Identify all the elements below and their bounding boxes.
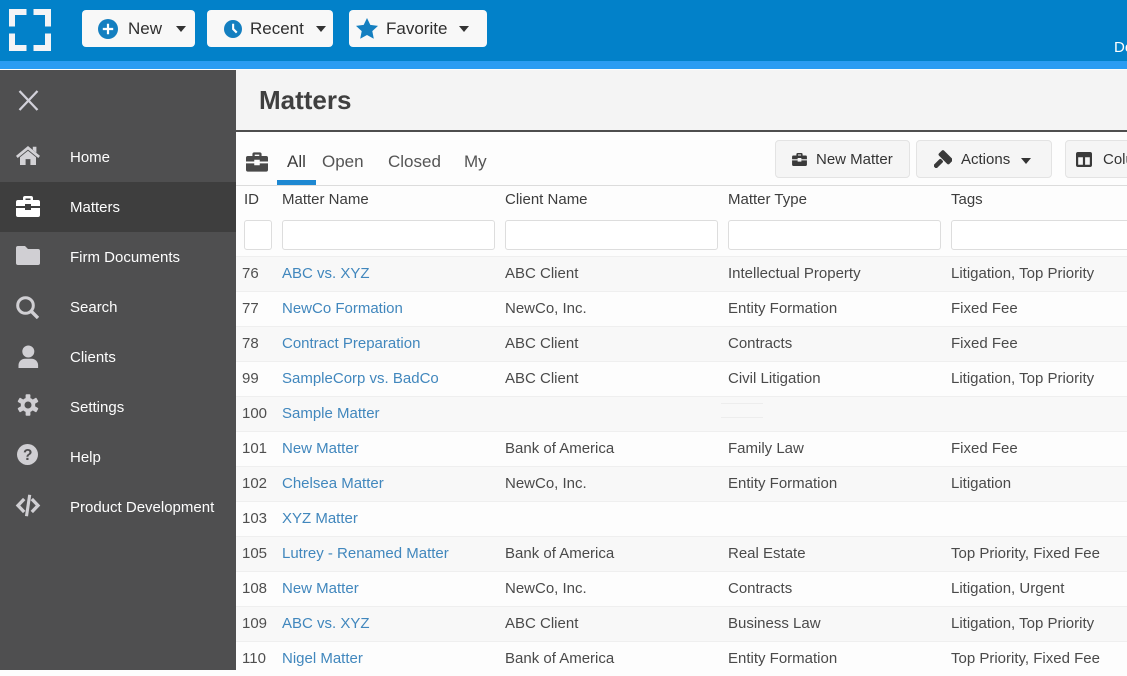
svg-text:?: ? <box>23 447 32 464</box>
